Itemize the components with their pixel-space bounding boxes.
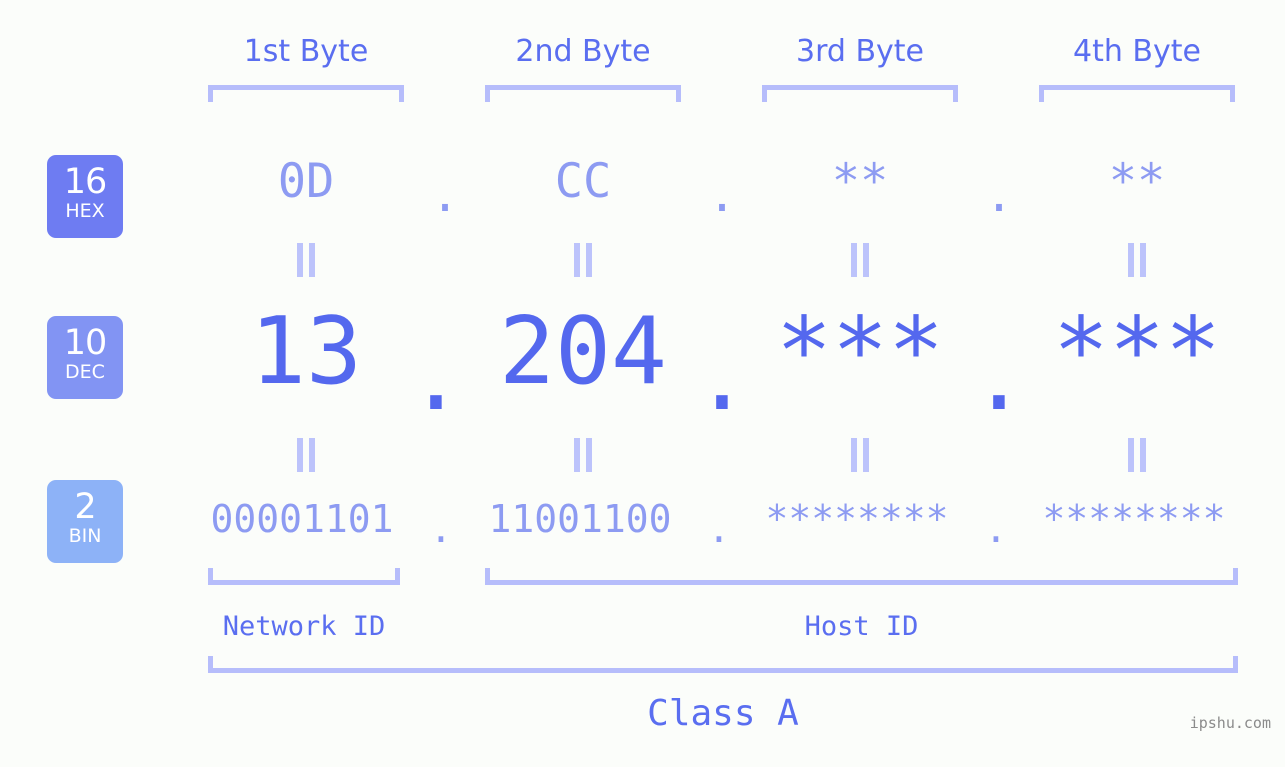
hex-separator-3: .: [984, 168, 1014, 223]
dec-byte-1: 13: [250, 297, 362, 405]
equals-dec-bin-4: [1124, 438, 1150, 472]
equals-dec-bin-2: [570, 438, 596, 472]
dec-separator-2: .: [694, 323, 750, 431]
dec-byte-2: 204: [499, 297, 667, 405]
site-watermark: ipshu.com: [1189, 714, 1271, 732]
ip-address-breakdown-diagram: 1st Byte 2nd Byte 3rd Byte 4th Byte 16 H…: [0, 0, 1285, 767]
dec-byte-3: ***: [776, 297, 944, 405]
byte-bracket-top-3: [762, 85, 958, 102]
bin-value-row: 00001101 . 11001100 . ******** . *******…: [0, 496, 1285, 551]
bin-separator-2: .: [707, 507, 731, 551]
hex-separator-2: .: [707, 168, 737, 223]
hex-separator-1: .: [430, 168, 460, 223]
equals-hex-dec-1: [293, 243, 319, 277]
equals-dec-bin-1: [293, 438, 319, 472]
bin-byte-4: ********: [1042, 497, 1226, 541]
bin-separator-1: .: [429, 507, 453, 551]
host-id-bracket: [485, 568, 1238, 585]
byte-bracket-top-2: [485, 85, 681, 102]
equals-hex-dec-4: [1124, 243, 1150, 277]
bin-byte-1: 00001101: [210, 497, 394, 541]
bin-separator-3: .: [984, 507, 1008, 551]
hex-byte-4: **: [1108, 154, 1166, 209]
host-id-label: Host ID: [804, 611, 919, 642]
network-id-bracket: [208, 568, 400, 585]
bin-byte-2: 11001100: [488, 497, 672, 541]
dec-value-row: 13 . 204 . *** . ***: [0, 296, 1285, 431]
byte-bracket-top-1: [208, 85, 404, 102]
hex-byte-1: 0D: [277, 154, 335, 209]
equals-hex-dec-3: [847, 243, 873, 277]
byte-header-2: 2nd Byte: [515, 34, 651, 69]
hex-byte-2: CC: [554, 154, 612, 209]
byte-header-4: 4th Byte: [1073, 34, 1201, 69]
dec-separator-3: .: [971, 323, 1027, 431]
class-label: Class A: [647, 693, 799, 734]
equals-hex-dec-2: [570, 243, 596, 277]
network-id-label: Network ID: [222, 611, 386, 642]
byte-header-3: 3rd Byte: [795, 34, 925, 69]
hex-value-row: 0D . CC . ** . **: [0, 154, 1285, 223]
class-bracket: [208, 656, 1238, 673]
dec-byte-4: ***: [1053, 297, 1221, 405]
hex-byte-3: **: [831, 154, 889, 209]
equals-dec-bin-3: [847, 438, 873, 472]
bin-byte-3: ********: [765, 497, 949, 541]
dec-separator-1: .: [408, 323, 464, 431]
byte-header-1: 1st Byte: [243, 34, 369, 69]
byte-bracket-top-4: [1039, 85, 1235, 102]
